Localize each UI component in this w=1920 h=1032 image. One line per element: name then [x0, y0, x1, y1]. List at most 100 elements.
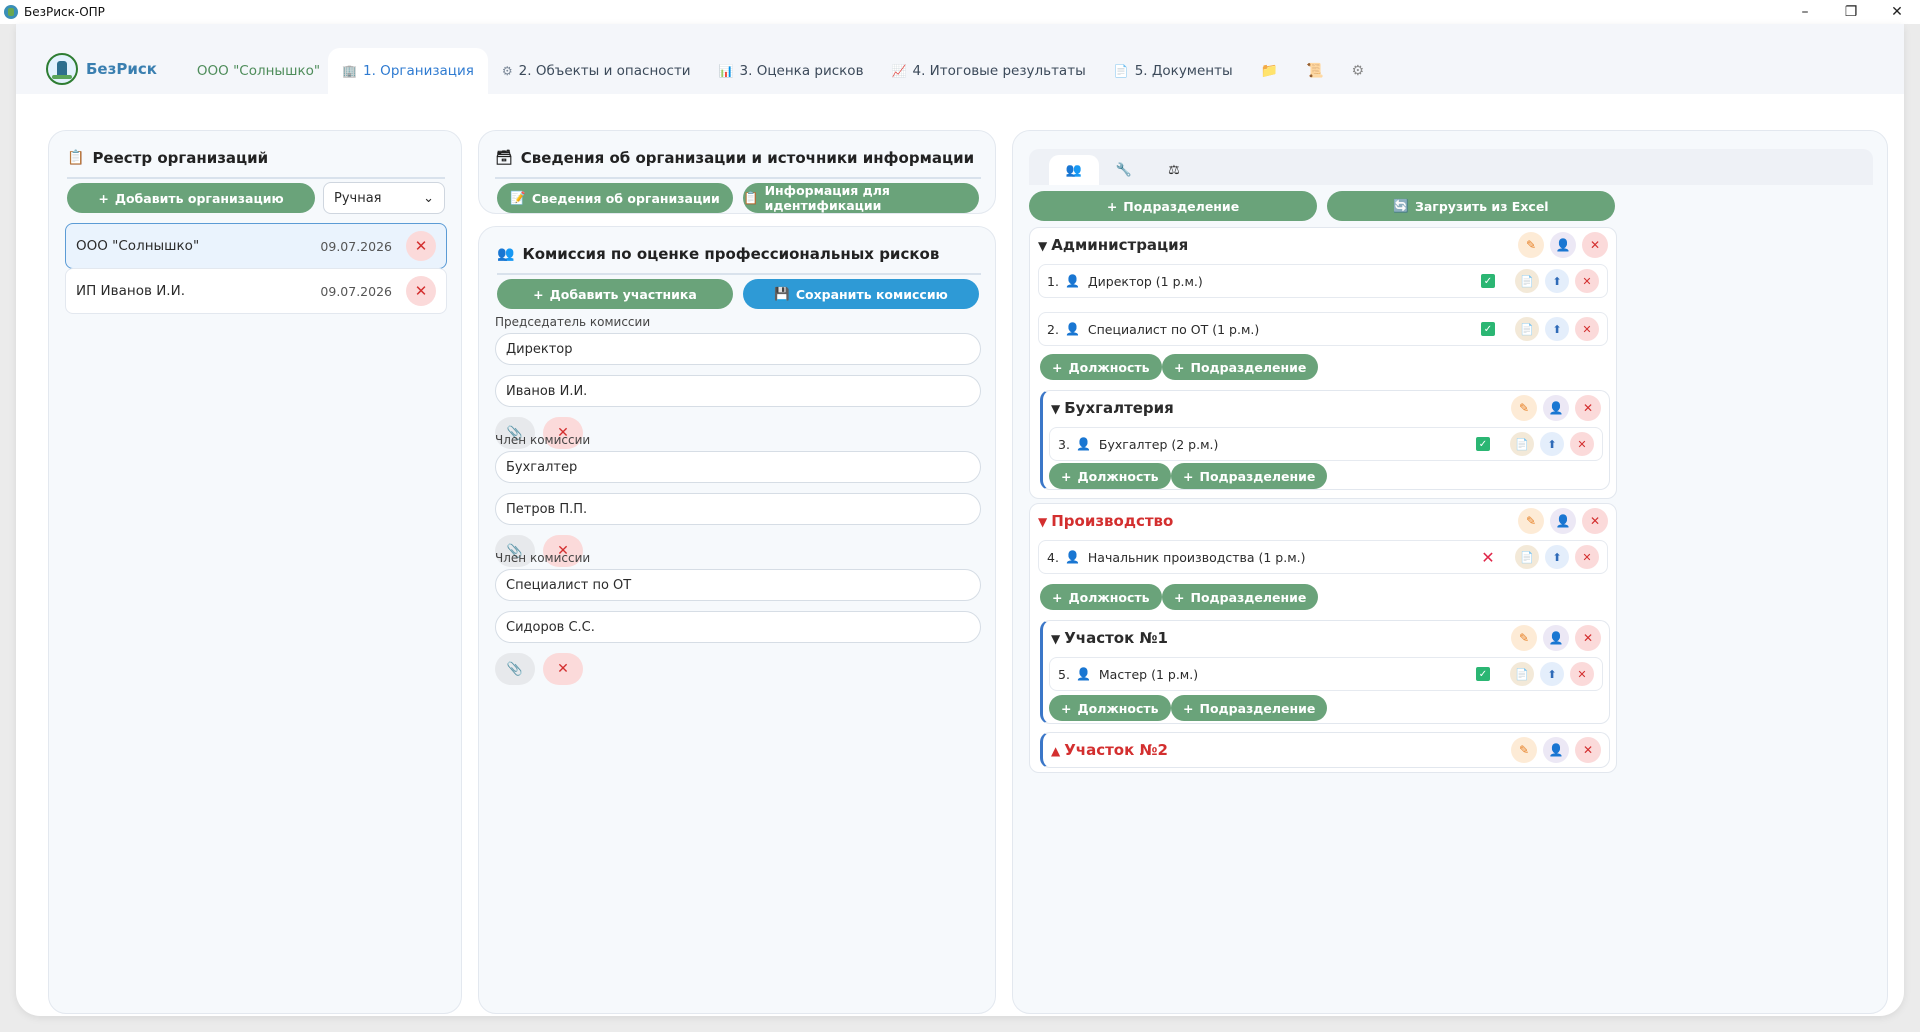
commission-title-text: Комиссия по оценке профессиональных риск… [522, 245, 940, 263]
current-org-label[interactable]: ООО "Солнышко" [197, 48, 320, 94]
add-position-button[interactable]: + Должность [1049, 463, 1171, 489]
add-member-button[interactable]: + Добавить участника [497, 279, 733, 309]
minimize-button[interactable]: – [1782, 0, 1828, 24]
department-administration: ▼ Администрация ✎ 👤 ✕ 1. 👤 Директор (1 р.… [1029, 227, 1617, 499]
subtab-people[interactable]: 👥 [1049, 155, 1099, 185]
edit-pencil-icon[interactable]: ✎ [1511, 737, 1537, 763]
delete-member-button[interactable]: ✕ [543, 653, 583, 685]
checkbox-checked-icon[interactable]: ✓ [1476, 437, 1490, 451]
delete-org-button[interactable]: ✕ [406, 276, 436, 306]
document-icon[interactable]: 📄 [1515, 269, 1539, 293]
add-person-icon[interactable]: 👤 [1550, 508, 1576, 534]
department-header[interactable]: ▼ Производство ✎ 👤 ✕ [1030, 504, 1616, 538]
add-subdepartment-button[interactable]: + Подразделение [1171, 695, 1328, 721]
subtab-scales[interactable]: ⚖ [1149, 155, 1199, 185]
position-row[interactable]: 2. 👤 Специалист по ОТ (1 р.м.) ✓ 📄 ⬆ ✕ [1038, 312, 1608, 346]
add-person-icon[interactable]: 👤 [1543, 625, 1569, 651]
member-position-field[interactable]: Бухгалтер [495, 451, 981, 483]
tab-risk-assessment[interactable]: 📊 3. Оценка рисков [705, 48, 878, 94]
position-row[interactable]: 5. 👤 Мастер (1 р.м.) ✓ 📄 ⬆ ✕ [1049, 657, 1603, 691]
subtab-tools[interactable]: 🔧 [1099, 155, 1149, 185]
document-icon[interactable]: 📄 [1515, 317, 1539, 341]
department-name: ▼ Производство [1038, 512, 1518, 530]
tab-documents[interactable]: 📄 5. Документы [1100, 48, 1247, 94]
add-person-icon[interactable]: 👤 [1550, 232, 1576, 258]
add-department-button[interactable]: + Подразделение [1029, 191, 1317, 221]
upload-icon[interactable]: ⬆ [1545, 317, 1569, 341]
edit-pencil-icon[interactable]: ✎ [1511, 395, 1537, 421]
top-nav: БезРиск ООО "Солнышко" 🏢 1. Организация … [16, 24, 1904, 94]
brand[interactable]: БезРиск [46, 44, 157, 94]
tab-organization[interactable]: 🏢 1. Организация [328, 48, 488, 94]
edit-pencil-icon[interactable]: ✎ [1511, 625, 1537, 651]
cross-mark-icon[interactable]: ✕ [1481, 548, 1495, 567]
department-header[interactable]: ▼ Участок №1 ✎ 👤 ✕ [1043, 621, 1609, 655]
add-organization-button[interactable]: + Добавить организацию [67, 183, 315, 213]
delete-position-button[interactable]: ✕ [1570, 432, 1594, 456]
member-name-field[interactable]: Иванов И.И. [495, 375, 981, 407]
checkbox-checked-icon[interactable]: ✓ [1476, 667, 1490, 681]
department-header[interactable]: ▼ Бухгалтерия ✎ 👤 ✕ [1043, 391, 1609, 425]
delete-department-button[interactable]: ✕ [1582, 508, 1608, 534]
edit-pencil-icon[interactable]: ✎ [1518, 232, 1544, 258]
delete-position-button[interactable]: ✕ [1575, 317, 1599, 341]
tab-label: 1. Организация [363, 63, 474, 79]
wrench-icon: 🔧 [1115, 162, 1133, 178]
add-subdepartment-button[interactable]: + Подразделение [1162, 354, 1319, 380]
delete-department-button[interactable]: ✕ [1575, 395, 1601, 421]
member-name-field[interactable]: Сидоров С.С. [495, 611, 981, 643]
delete-department-button[interactable]: ✕ [1575, 737, 1601, 763]
delete-position-button[interactable]: ✕ [1575, 545, 1599, 569]
edit-pencil-icon[interactable]: ✎ [1518, 508, 1544, 534]
position-number: 4. [1047, 549, 1059, 565]
checkbox-checked-icon[interactable]: ✓ [1481, 274, 1495, 288]
document-icon[interactable]: 📄 [1515, 545, 1539, 569]
document-icon[interactable]: 📄 [1510, 662, 1534, 686]
department-header[interactable]: ▼ Администрация ✎ 👤 ✕ [1030, 228, 1616, 262]
restore-button[interactable]: ❐ [1828, 0, 1874, 24]
tab-scroll[interactable]: 📜 [1292, 48, 1337, 94]
tab-results[interactable]: 📈 4. Итоговые результаты [878, 48, 1100, 94]
add-subdepartment-button[interactable]: + Подразделение [1171, 463, 1328, 489]
plus-icon: + [1174, 589, 1185, 605]
position-row[interactable]: 1. 👤 Директор (1 р.м.) ✓ 📄 ⬆ ✕ [1038, 264, 1608, 298]
mode-select[interactable]: Ручная ⌄ [323, 182, 445, 214]
tab-settings[interactable]: ⚙ [1338, 48, 1379, 94]
position-row[interactable]: 3. 👤 Бухгалтер (2 р.м.) ✓ 📄 ⬆ ✕ [1049, 427, 1603, 461]
upload-icon[interactable]: ⬆ [1545, 269, 1569, 293]
add-subdepartment-button[interactable]: + Подразделение [1162, 584, 1319, 610]
member-position-field[interactable]: Директор [495, 333, 981, 365]
position-number: 1. [1047, 273, 1059, 289]
delete-position-button[interactable]: ✕ [1570, 662, 1594, 686]
org-details-button[interactable]: 📝 Сведения об организации [497, 183, 733, 213]
upload-icon[interactable]: ⬆ [1545, 545, 1569, 569]
add-person-icon[interactable]: 👤 [1543, 737, 1569, 763]
department-header[interactable]: ▲ Участок №2 ✎ 👤 ✕ [1043, 733, 1609, 767]
add-position-button[interactable]: + Должность [1040, 584, 1162, 610]
delete-department-button[interactable]: ✕ [1575, 625, 1601, 651]
document-icon[interactable]: 📄 [1510, 432, 1534, 456]
position-row[interactable]: 4. 👤 Начальник производства (1 р.м.) ✕ 📄… [1038, 540, 1608, 574]
save-commission-button[interactable]: 💾 Сохранить комиссию [743, 279, 979, 309]
delete-department-button[interactable]: ✕ [1582, 232, 1608, 258]
identification-info-button[interactable]: 📋 Информация для идентификации [743, 183, 979, 213]
tab-objects-hazards[interactable]: ⚙ 2. Объекты и опасности [488, 48, 705, 94]
add-position-button[interactable]: + Должность [1040, 354, 1162, 380]
member-position-field[interactable]: Специалист по ОТ [495, 569, 981, 601]
load-excel-button[interactable]: 🔄 Загрузить из Excel [1327, 191, 1615, 221]
attach-clip-button[interactable]: 📎 [495, 653, 535, 685]
upload-icon[interactable]: ⬆ [1540, 432, 1564, 456]
plus-icon: + [1052, 359, 1063, 375]
org-item[interactable]: ИП Иванов И.И. 09.07.2026 ✕ [65, 268, 447, 314]
add-position-button[interactable]: + Должность [1049, 695, 1171, 721]
delete-org-button[interactable]: ✕ [406, 231, 436, 261]
upload-icon[interactable]: ⬆ [1540, 662, 1564, 686]
checkbox-checked-icon[interactable]: ✓ [1481, 322, 1495, 336]
org-details-label: Сведения об организации [531, 190, 720, 206]
org-item[interactable]: ООО "Солнышко" 09.07.2026 ✕ [65, 223, 447, 269]
add-person-icon[interactable]: 👤 [1543, 395, 1569, 421]
delete-position-button[interactable]: ✕ [1575, 269, 1599, 293]
close-window-button[interactable]: ✕ [1874, 0, 1920, 24]
member-name-field[interactable]: Петров П.П. [495, 493, 981, 525]
tab-folder[interactable]: 📁 [1247, 48, 1292, 94]
